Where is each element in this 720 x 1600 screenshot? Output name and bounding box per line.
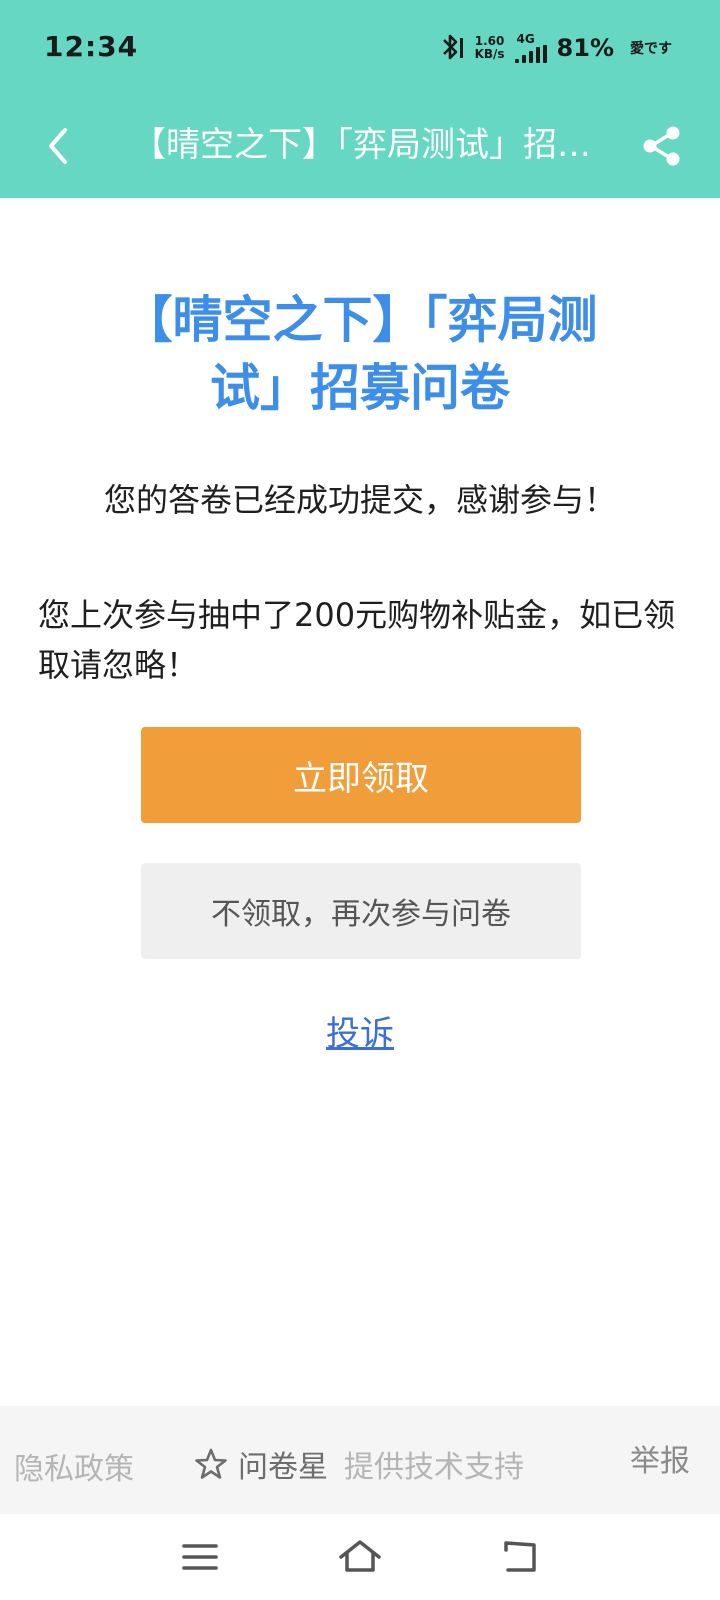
complain-link-text[interactable]: 投诉 bbox=[326, 1014, 394, 1054]
status-time: 12:34 bbox=[44, 30, 139, 63]
tech-support-text: 提供技术支持 bbox=[344, 1450, 524, 1485]
survey-title: 【晴空之下】「弈局测试」招募问卷 bbox=[122, 291, 598, 417]
privacy-policy-link[interactable]: 隐私政策 bbox=[14, 1444, 134, 1488]
return-icon bbox=[504, 1541, 536, 1572]
back-nav-button[interactable] bbox=[495, 1534, 545, 1580]
status-bar: 12:34 1.60 KB/s 4G 81% 愛です bbox=[0, 0, 720, 96]
prize-message: 您上次参与抽中了200元购物补贴金，如已领取请忽略！ bbox=[38, 596, 676, 684]
cellular-signal: 4G bbox=[514, 32, 547, 63]
home-icon bbox=[339, 1540, 381, 1572]
network-speed: 1.60 KB/s bbox=[475, 35, 505, 61]
complain-link: 投诉 bbox=[0, 1006, 720, 1055]
share-button[interactable] bbox=[634, 118, 690, 174]
share-icon bbox=[643, 126, 680, 166]
network-speed-unit: KB/s bbox=[474, 47, 505, 61]
retry-survey-button[interactable]: 不领取，再次参与问卷 bbox=[141, 863, 581, 959]
menu-icon bbox=[182, 1544, 218, 1570]
bluetooth-icon bbox=[442, 34, 463, 60]
brand-name: 问卷星 bbox=[238, 1450, 328, 1485]
network-type: 4G bbox=[516, 32, 535, 46]
nav-bar: 【晴空之下】「弈局测试」招募问卷 bbox=[0, 96, 720, 198]
status-indicators: 1.60 KB/s 4G 81% 愛です bbox=[437, 30, 672, 66]
star-icon bbox=[195, 1448, 227, 1479]
report-link[interactable]: 举报 bbox=[630, 1436, 690, 1480]
nav-title: 【晴空之下】「弈局测试」招募问卷 bbox=[132, 125, 608, 165]
back-button[interactable] bbox=[30, 118, 86, 174]
success-message: 您的答卷已经成功提交，感谢参与！ bbox=[103, 481, 616, 519]
brand-credit: 问卷星 提供技术支持 bbox=[194, 1442, 524, 1486]
carrier-name: 愛です bbox=[630, 41, 672, 57]
chevron-left-icon bbox=[49, 128, 67, 164]
battery-level: 81% bbox=[556, 34, 614, 62]
app-header: 12:34 1.60 KB/s 4G 81% 愛です 【晴空之下】「弈局测试」招… bbox=[0, 0, 720, 198]
signal-bars-icon bbox=[514, 45, 547, 63]
home-button[interactable] bbox=[335, 1534, 385, 1580]
claim-button[interactable]: 立即领取 bbox=[141, 727, 581, 823]
footer: 隐私政策 问卷星 提供技术支持 举报 bbox=[0, 1406, 720, 1514]
menu-button[interactable] bbox=[175, 1534, 225, 1580]
system-navigation-bar bbox=[0, 1514, 720, 1600]
